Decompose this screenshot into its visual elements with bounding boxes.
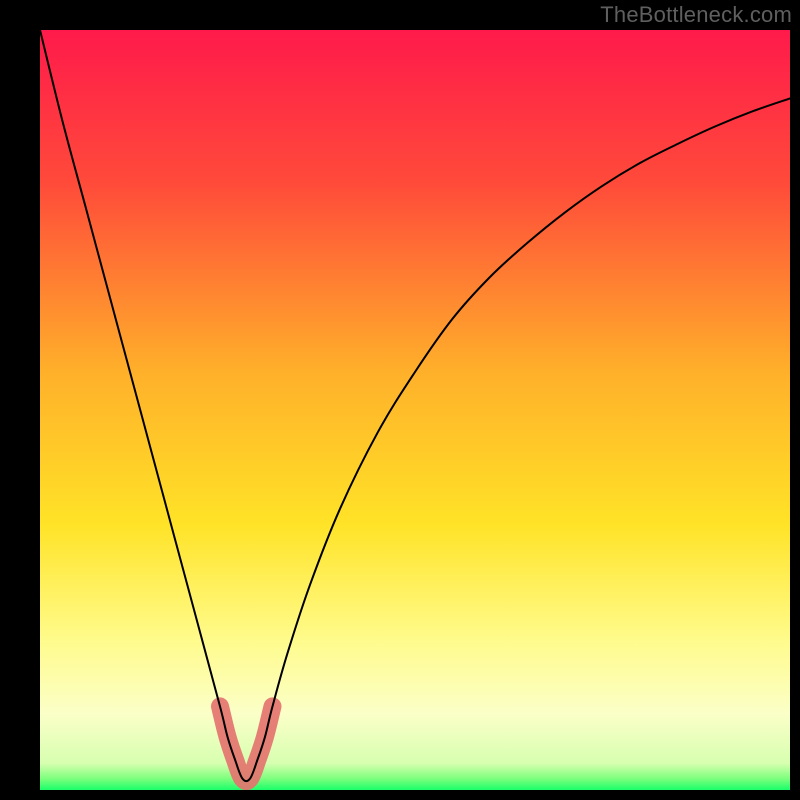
plot-area <box>40 30 790 790</box>
watermark-text: TheBottleneck.com <box>600 2 792 28</box>
bottleneck-chart <box>40 30 790 790</box>
chart-frame: TheBottleneck.com <box>0 0 800 800</box>
